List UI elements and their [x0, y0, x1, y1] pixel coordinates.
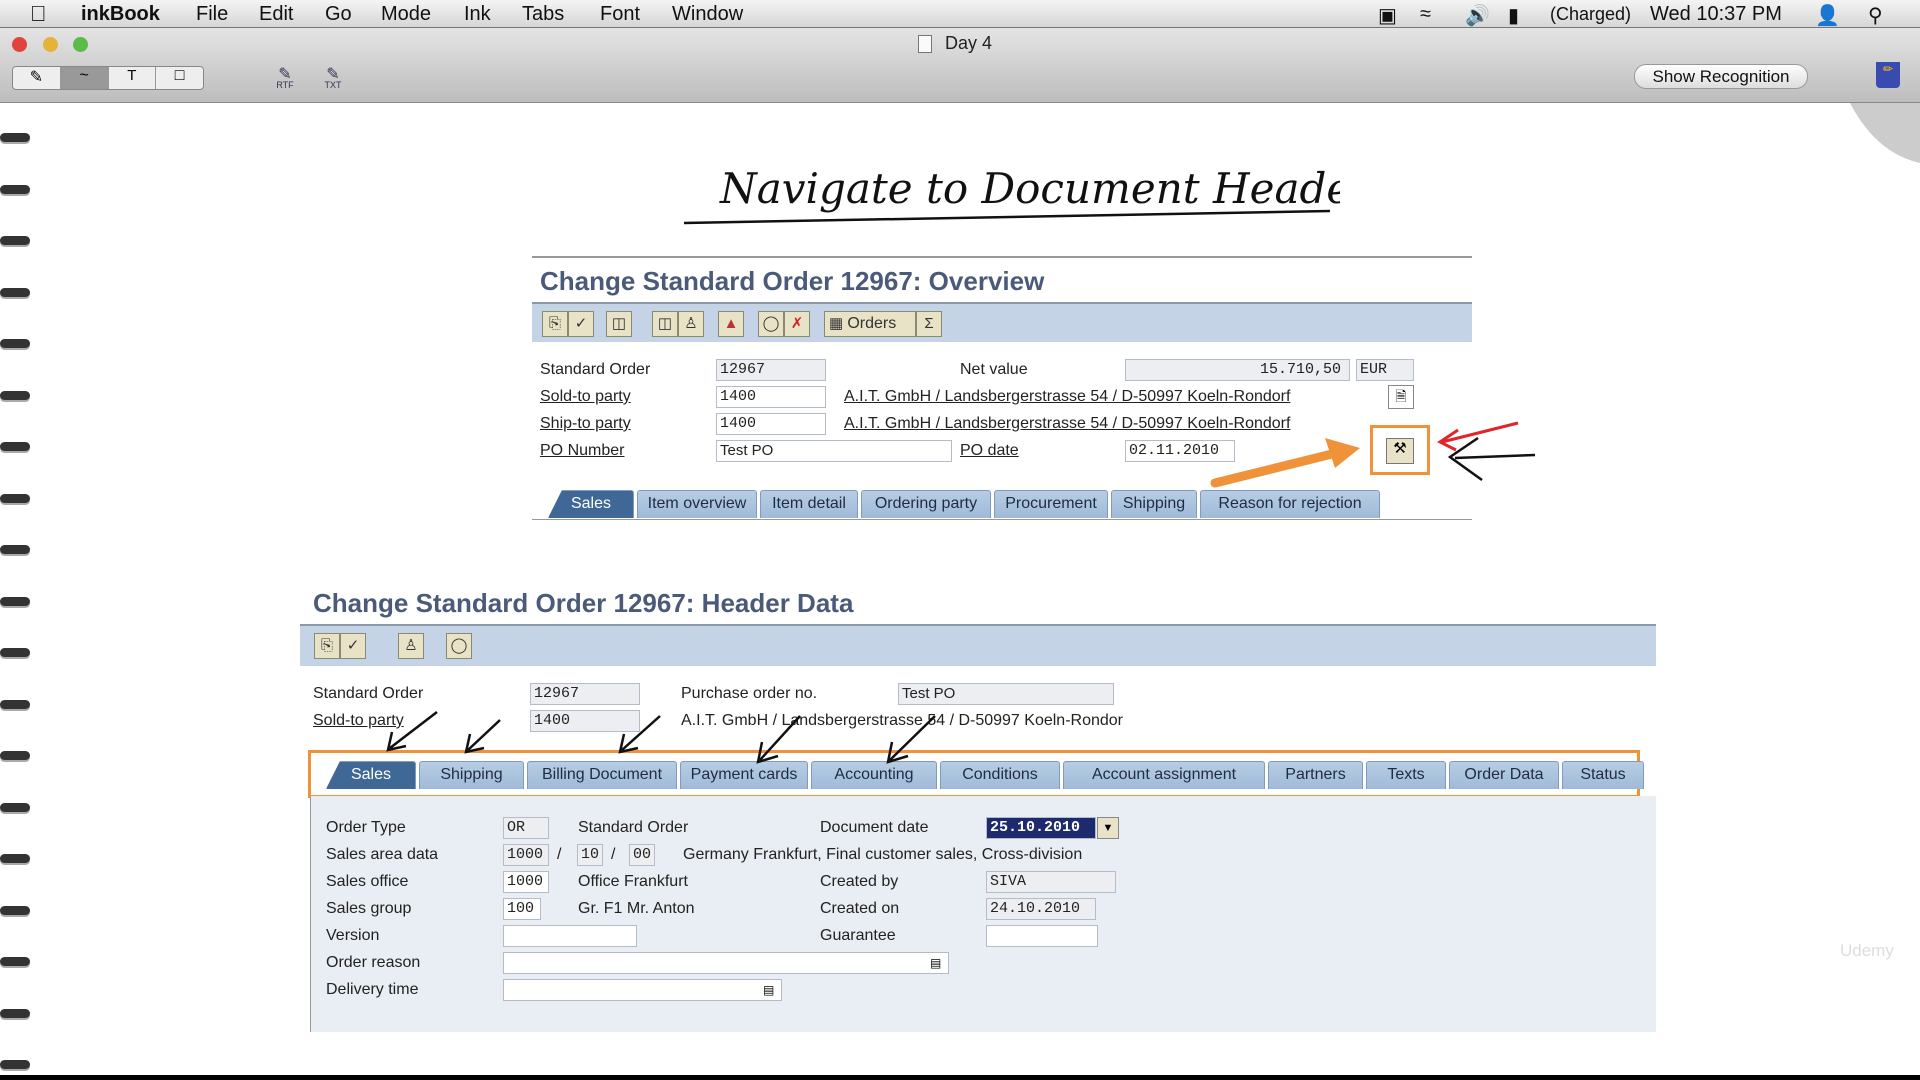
annotation-arrows	[386, 421, 1536, 764]
tab-pointer-arrows	[386, 711, 936, 764]
black-arrow	[1447, 436, 1536, 482]
orange-arrow	[1210, 438, 1360, 488]
red-arrow	[1437, 421, 1519, 452]
